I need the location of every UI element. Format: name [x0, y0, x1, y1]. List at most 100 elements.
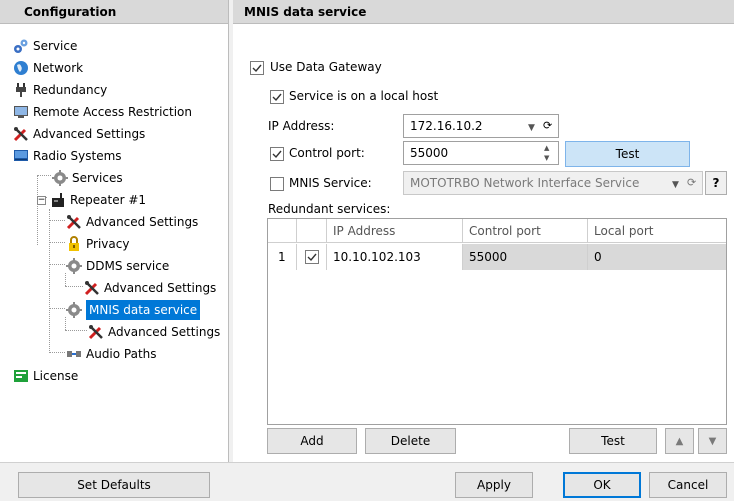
apply-button[interactable]: Apply [455, 472, 533, 498]
mnis-service-checkbox[interactable] [270, 177, 284, 191]
tools-icon [12, 126, 30, 142]
configuration-window: Configuration Service Network Redundancy… [0, 0, 734, 501]
gear-icon [65, 258, 83, 274]
delete-button[interactable]: Delete [365, 428, 456, 454]
row-enabled-cell [297, 244, 327, 270]
tree-item-label: Repeater #1 [70, 193, 147, 207]
tree-item-label: Radio Systems [33, 149, 122, 163]
configuration-header: Configuration [0, 0, 229, 24]
tree-item-privacy[interactable]: Privacy [65, 234, 129, 254]
control-port-checkbox[interactable] [270, 147, 284, 161]
tree-item-license[interactable]: License [12, 366, 78, 386]
test-redundant-button[interactable]: Test [569, 428, 657, 454]
tree-item-remote-access-restriction[interactable]: Remote Access Restriction [12, 102, 192, 122]
ip-address-value: 172.16.10.2 [410, 119, 483, 133]
tools-icon [65, 214, 83, 230]
mnis-service-value: MOTOTRBO Network Interface Service [410, 176, 640, 190]
move-down-button[interactable]: ▼ [698, 428, 727, 454]
tree-item-repeater-1[interactable]: − Repeater #1 [37, 190, 146, 210]
checkmark-icon [272, 150, 282, 159]
table-header: IP Address Control port Local port [268, 219, 726, 243]
audio-path-icon [65, 346, 83, 362]
index-column-header [268, 219, 297, 243]
checkmark-icon [272, 93, 282, 102]
tree-item-mnis-data-service[interactable]: MNIS data service [65, 300, 201, 320]
tree-item-audio-paths[interactable]: Audio Paths [65, 344, 157, 364]
ip-address-field[interactable]: 172.16.10.2 ▼ ⟳ [403, 114, 559, 138]
plug-icon [12, 82, 30, 98]
tree-item-radio-systems[interactable]: Radio Systems [12, 146, 122, 166]
tree-item-network[interactable]: Network [12, 58, 83, 78]
globe-icon [12, 60, 30, 76]
use-data-gateway-checkbox[interactable] [250, 61, 264, 75]
use-data-gateway-label: Use Data Gateway [270, 60, 382, 74]
test-button[interactable]: Test [565, 141, 690, 167]
configuration-title: Configuration [24, 5, 117, 19]
column-header-ip[interactable]: IP Address [327, 219, 463, 243]
delete-button-label: Delete [390, 434, 431, 448]
row-control-port[interactable]: 55000 [463, 244, 588, 270]
tree-item-label: Advanced Settings [33, 127, 146, 141]
column-header-local-port[interactable]: Local port [588, 219, 726, 243]
tree-item-label: Services [72, 171, 123, 185]
tree-item-label: Advanced Settings [108, 325, 221, 339]
gear-icon [51, 170, 69, 186]
refresh-icon[interactable]: ⟳ [687, 176, 696, 189]
mnis-service-select[interactable]: MOTOTRBO Network Interface Service ▼ ⟳ [403, 171, 703, 195]
local-host-checkbox[interactable] [270, 90, 284, 104]
tree-item-label: Service [33, 39, 78, 53]
test-redundant-button-label: Test [601, 434, 625, 448]
row-ip-address[interactable]: 10.10.102.103 [327, 244, 463, 270]
tree-item-mnis-advanced-settings[interactable]: Advanced Settings [87, 322, 220, 342]
ip-address-label: IP Address: [268, 119, 335, 133]
control-port-field[interactable]: 55000 ▲ ▼ [403, 141, 559, 165]
test-button-label: Test [615, 147, 640, 161]
tree-item-label: Audio Paths [86, 347, 157, 361]
row-local-port[interactable]: 0 [588, 244, 726, 270]
ok-button[interactable]: OK [563, 472, 641, 498]
collapse-icon[interactable]: − [37, 195, 46, 205]
help-button[interactable]: ? [705, 171, 727, 195]
tree-item-ddms-advanced-settings[interactable]: Advanced Settings [83, 278, 216, 298]
chevron-down-icon[interactable]: ▼ [672, 180, 679, 190]
check-column-header [297, 219, 327, 243]
mnis-header: MNIS data service [233, 0, 734, 24]
cancel-button[interactable]: Cancel [649, 472, 727, 498]
repeater-icon [49, 192, 67, 208]
tree-item-label: Advanced Settings [104, 281, 217, 295]
control-port-label: Control port: [289, 146, 365, 160]
tree-item-label: Privacy [86, 237, 130, 251]
add-button-label: Add [300, 434, 324, 448]
redundant-services-table[interactable]: IP Address Control port Local port 1 10.… [267, 218, 727, 425]
tree-item-ddms-service[interactable]: DDMS service [65, 256, 169, 276]
chevron-down-icon[interactable]: ▼ [528, 123, 535, 133]
tree-item-label: Redundancy [33, 83, 108, 97]
tree-item-services[interactable]: Services [51, 168, 123, 188]
checkmark-icon [252, 64, 262, 73]
move-up-button[interactable]: ▲ [665, 428, 694, 454]
gear-icon [65, 302, 83, 318]
tree-item-label: MNIS data service [86, 300, 201, 320]
tree-item-repeater-advanced-settings[interactable]: Advanced Settings [65, 212, 198, 232]
tree-item-redundancy[interactable]: Redundancy [12, 80, 107, 100]
checkmark-icon [307, 253, 317, 262]
control-port-value: 55000 [410, 146, 449, 160]
table-row[interactable]: 1 10.10.102.103 55000 0 [268, 244, 726, 270]
local-host-label: Service is on a local host [289, 89, 439, 103]
row-enabled-checkbox[interactable] [305, 250, 319, 264]
remote-access-icon [12, 104, 30, 120]
configuration-tree: Service Network Redundancy Remote Access… [0, 24, 229, 462]
refresh-icon[interactable]: ⟳ [543, 119, 552, 132]
set-defaults-button[interactable]: Set Defaults [18, 472, 210, 498]
tree-item-service[interactable]: Service [12, 36, 77, 56]
spin-buttons-icon[interactable]: ▲ ▼ [544, 143, 549, 163]
radio-systems-icon [12, 148, 30, 164]
tree-item-label: Network [33, 61, 84, 75]
tree-item-advanced-settings[interactable]: Advanced Settings [12, 124, 145, 144]
tree-item-label: Remote Access Restriction [33, 105, 192, 119]
add-button[interactable]: Add [267, 428, 357, 454]
column-header-control-port[interactable]: Control port [463, 219, 588, 243]
gears-icon [12, 38, 30, 54]
license-icon [12, 368, 30, 384]
tree-item-label: Advanced Settings [86, 215, 199, 229]
